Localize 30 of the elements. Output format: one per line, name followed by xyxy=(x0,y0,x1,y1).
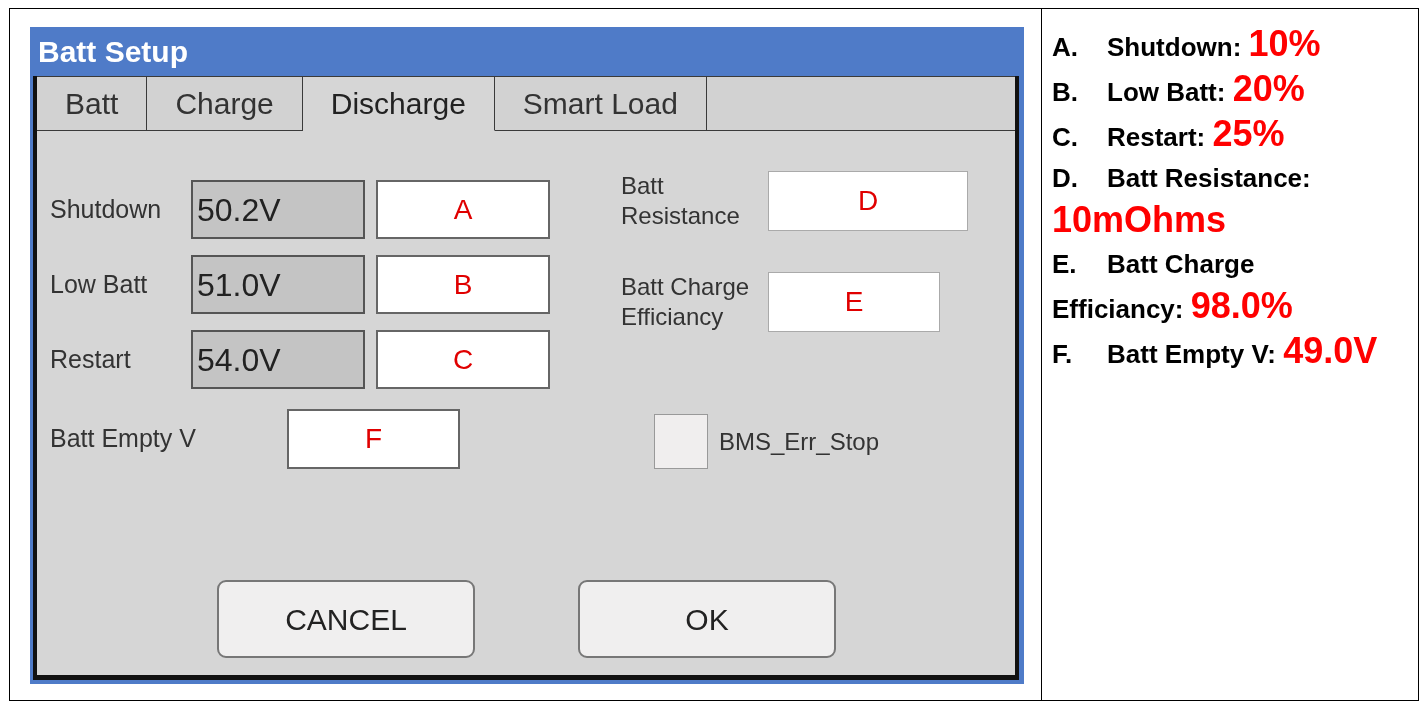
checkbox[interactable] xyxy=(654,414,708,469)
field-label: Shutdown xyxy=(50,193,163,225)
voltage-readout: 51.0V xyxy=(191,255,365,314)
tab[interactable]: Charge xyxy=(147,76,303,131)
input-field[interactable]: D xyxy=(768,171,968,231)
input-field[interactable]: E xyxy=(768,272,940,332)
input-field[interactable]: C xyxy=(376,330,550,389)
input-field[interactable]: F xyxy=(287,409,460,469)
tab[interactable]: Discharge xyxy=(302,76,495,131)
note-text: B. Low Batt: 20% xyxy=(1052,68,1306,111)
note-text: C. Restart: 25% xyxy=(1052,113,1286,156)
ok-button[interactable]: OK xyxy=(578,580,836,658)
note-text: D. Batt Resistance: 10mOhms xyxy=(1052,162,1312,242)
field-label: Batt Empty V xyxy=(50,423,197,455)
field-label: Batt Resistance xyxy=(621,171,741,231)
voltage-readout: 50.2V xyxy=(191,180,365,239)
note-text: E. Batt Charge Efficiancy: 98.0% xyxy=(1052,248,1294,328)
cancel-button[interactable]: CANCEL xyxy=(217,580,475,658)
tab[interactable]: Smart Load xyxy=(494,76,707,131)
note-text: A. Shutdown: 10% xyxy=(1052,23,1322,66)
note-text: F. Batt Empty V: 49.0V xyxy=(1052,330,1379,373)
tab[interactable]: Batt xyxy=(37,76,148,131)
field-label: Batt Charge Efficiancy xyxy=(621,272,751,332)
checkbox-label: BMS_Err_Stop xyxy=(719,426,880,457)
input-field[interactable]: B xyxy=(376,255,550,314)
voltage-readout: 54.0V xyxy=(191,330,365,389)
window-title: Batt Setup xyxy=(38,36,188,67)
field-label: Restart xyxy=(50,343,132,375)
input-field[interactable]: A xyxy=(376,180,550,239)
field-label: Low Batt xyxy=(50,268,149,300)
